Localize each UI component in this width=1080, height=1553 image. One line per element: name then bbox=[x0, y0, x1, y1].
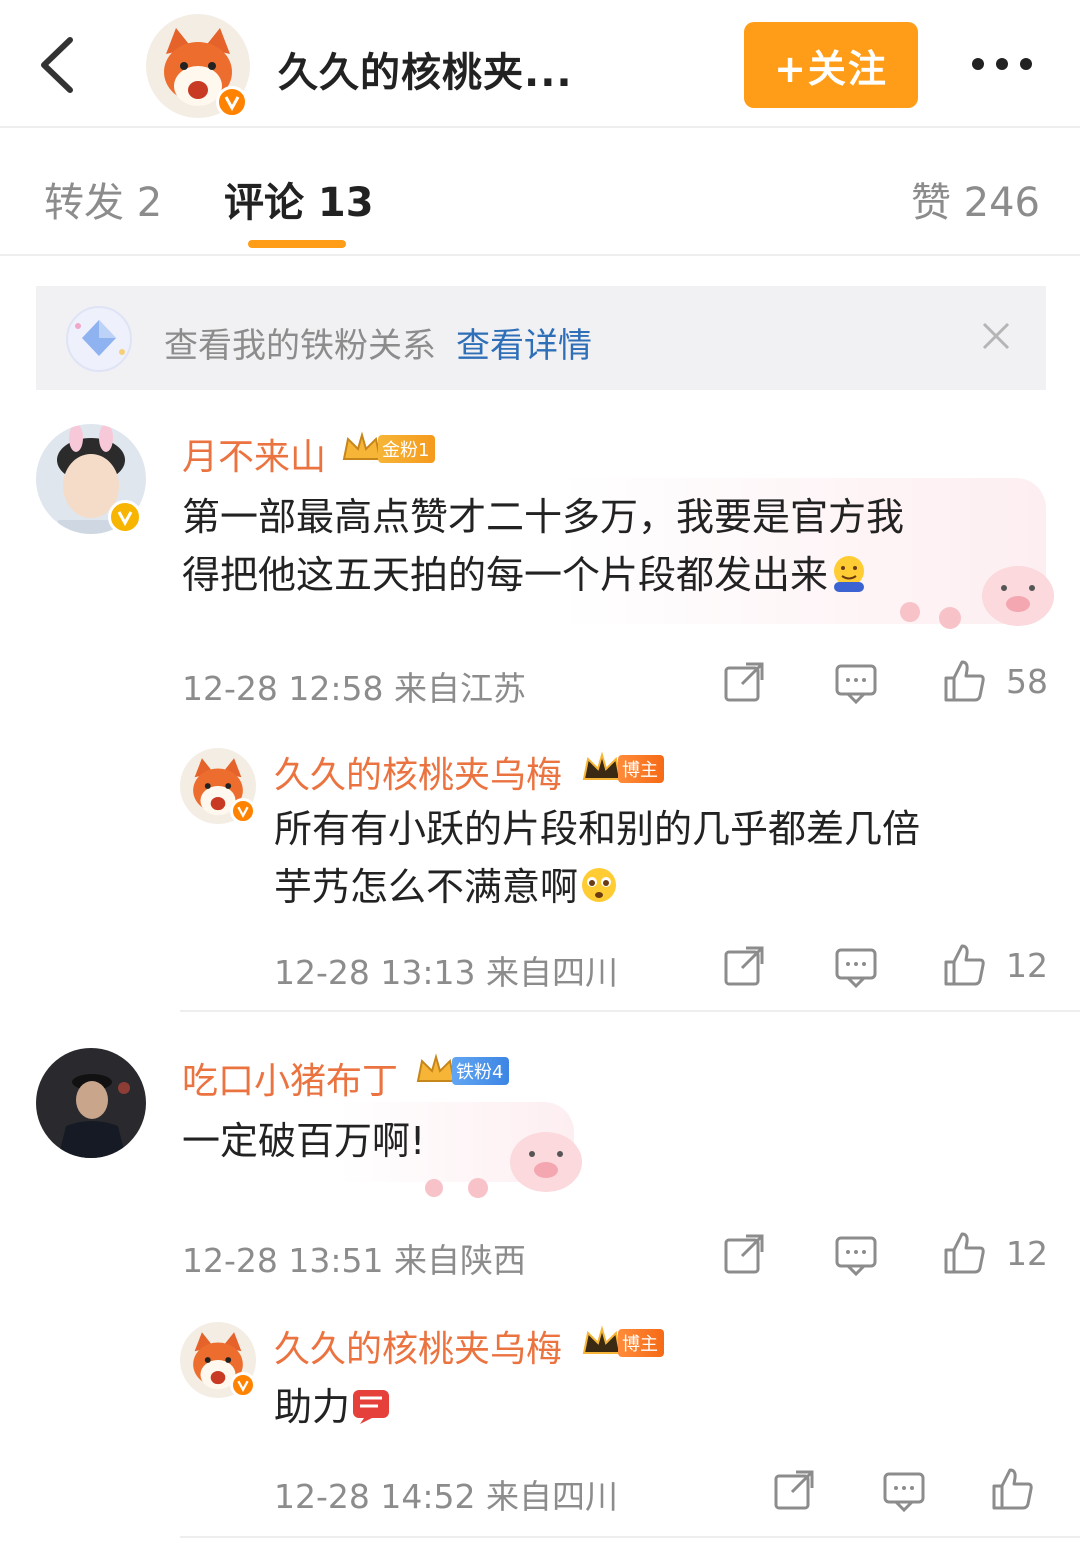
tab-comment[interactable]: 评论 13 bbox=[224, 170, 374, 228]
comment-divider bbox=[180, 1536, 1080, 1538]
active-tab-indicator bbox=[248, 240, 346, 248]
fan-badge-label: 铁粉4 bbox=[452, 1057, 510, 1085]
tab-repost[interactable]: 转发 2 bbox=[44, 170, 162, 228]
tab-bar: 转发 2 评论 13 赞 246 bbox=[0, 130, 1080, 256]
comment-icon[interactable] bbox=[834, 944, 878, 989]
reply-text: 所有有小跃的片段和别的几乎都差几倍 芋艿怎么不满意啊 bbox=[274, 807, 921, 909]
like-icon[interactable] bbox=[990, 1466, 1034, 1510]
pig-sticker-icon bbox=[425, 1132, 582, 1198]
reply-time-location: 12-28 13:13 来自四川 bbox=[274, 953, 618, 992]
repost-icon[interactable] bbox=[722, 944, 766, 988]
replier-avatar[interactable] bbox=[180, 748, 256, 824]
verified-icon bbox=[216, 86, 248, 118]
comment-time-location: 12-28 12:58 来自江苏 bbox=[182, 669, 526, 708]
verified-icon bbox=[230, 1372, 256, 1398]
reply-text: 助力 bbox=[274, 1378, 392, 1436]
repost-icon[interactable] bbox=[722, 660, 766, 704]
like-count: 12 bbox=[1006, 946, 1048, 985]
comment-divider bbox=[180, 1010, 1080, 1012]
replier-name[interactable]: 久久的核桃夹乌梅 bbox=[274, 1320, 562, 1372]
hug-emoji-icon bbox=[834, 556, 865, 592]
commenter-name[interactable]: 月不来山 bbox=[182, 428, 326, 480]
author-badge: 博主 bbox=[580, 751, 664, 786]
repost-icon[interactable] bbox=[722, 1232, 766, 1276]
more-dots-icon[interactable] bbox=[964, 44, 1044, 84]
like-icon[interactable] bbox=[942, 658, 986, 702]
follow-button[interactable]: +关注 bbox=[744, 22, 918, 108]
fan-badge-label: 金粉1 bbox=[378, 435, 436, 463]
commenter-avatar[interactable] bbox=[36, 1048, 146, 1158]
fan-level-badge: 铁粉4 bbox=[414, 1053, 510, 1088]
author-badge-label: 博主 bbox=[618, 755, 664, 783]
pig-sticker-icon bbox=[900, 566, 1054, 629]
reply-time-location: 12-28 14:52 来自四川 bbox=[274, 1477, 618, 1516]
diamond-icon bbox=[64, 304, 134, 374]
commenter-name[interactable]: 吃口小猪布丁 bbox=[182, 1052, 398, 1104]
fans-detail-link[interactable]: 查看详情 bbox=[456, 318, 592, 367]
verified-icon bbox=[108, 500, 142, 534]
pleading-emoji-icon bbox=[582, 868, 617, 902]
close-icon[interactable] bbox=[976, 316, 1016, 356]
like-icon[interactable] bbox=[942, 942, 986, 986]
comment-text: 第一部最高点赞才二十多万，我要是官方我 得把他这五天拍的每一个片段都发出来 bbox=[182, 495, 905, 597]
comment-icon[interactable] bbox=[834, 1232, 878, 1277]
verified-icon bbox=[230, 798, 256, 824]
fan-level-badge: 金粉1 bbox=[340, 431, 436, 466]
like-count: 58 bbox=[1006, 662, 1048, 701]
repost-icon[interactable] bbox=[772, 1468, 816, 1512]
fans-relation-banner: 查看我的铁粉关系 查看详情 bbox=[36, 286, 1046, 390]
top-bar: 久久的核桃夹... +关注 bbox=[0, 0, 1080, 128]
cheer-emoji-icon bbox=[353, 1390, 390, 1424]
author-name[interactable]: 久久的核桃夹... bbox=[278, 40, 573, 98]
like-count: 12 bbox=[1006, 1234, 1048, 1273]
author-avatar[interactable] bbox=[146, 14, 250, 118]
comment-time-location: 12-28 13:51 来自陕西 bbox=[182, 1241, 526, 1280]
back-arrow-icon[interactable] bbox=[30, 30, 90, 100]
comment-icon[interactable] bbox=[834, 660, 878, 705]
replier-avatar[interactable] bbox=[180, 1322, 256, 1398]
comment-text: 一定破百万啊! bbox=[182, 1119, 426, 1163]
tab-likes[interactable]: 赞 246 bbox=[911, 170, 1040, 228]
author-badge: 博主 bbox=[580, 1325, 664, 1360]
comment-icon[interactable] bbox=[882, 1468, 926, 1513]
replier-name[interactable]: 久久的核桃夹乌梅 bbox=[274, 746, 562, 798]
fans-relation-text: 查看我的铁粉关系 bbox=[164, 326, 436, 366]
author-badge-label: 博主 bbox=[618, 1329, 664, 1357]
like-icon[interactable] bbox=[942, 1230, 986, 1274]
